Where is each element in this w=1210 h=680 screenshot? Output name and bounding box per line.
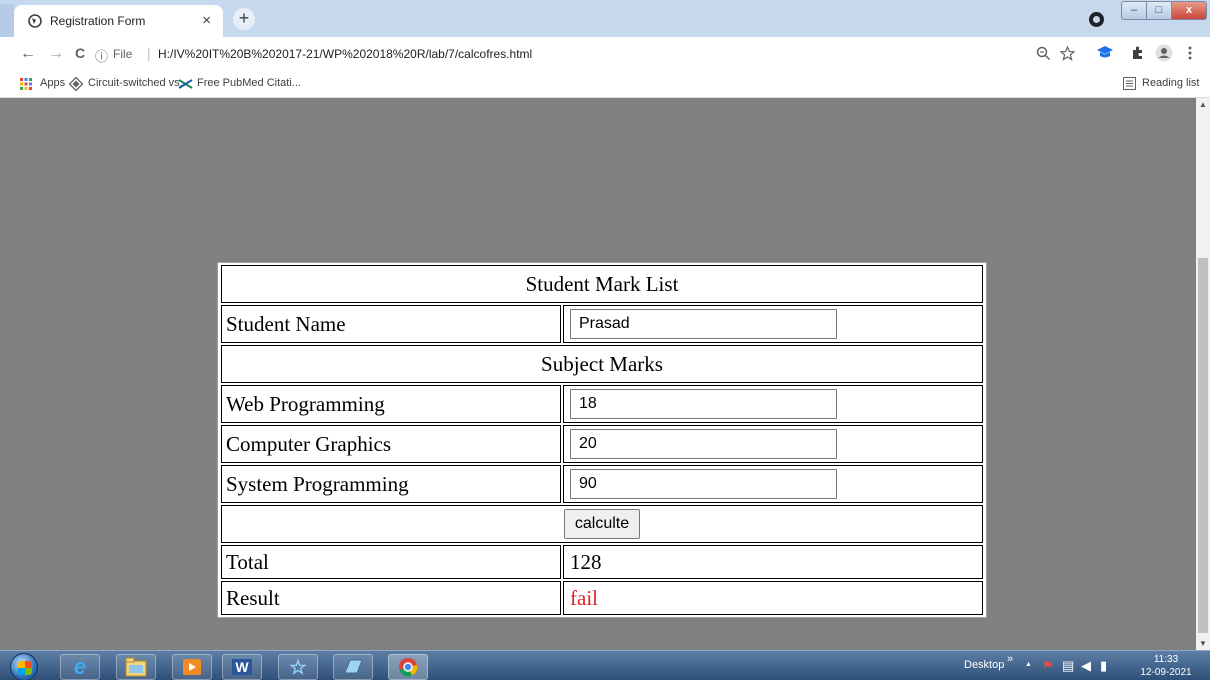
total-label: Total	[221, 545, 561, 579]
zoom-icon[interactable]	[1036, 46, 1051, 61]
star-app-icon: ☆	[289, 656, 307, 679]
scheme-label: File	[113, 47, 133, 61]
chrome-icon	[399, 658, 418, 677]
web-programming-input[interactable]	[570, 389, 837, 419]
clock-time: 11:33	[1153, 654, 1179, 665]
x-green-icon	[178, 79, 193, 89]
result-value: fail	[563, 581, 983, 615]
system-programming-label: System Programming	[221, 465, 561, 503]
scrollbar-thumb[interactable]	[1198, 258, 1208, 633]
scroll-up-icon[interactable]: ▲	[1199, 100, 1207, 109]
table-row: Web Programming	[220, 385, 984, 423]
calculate-cell: calculte	[221, 505, 983, 543]
subject-marks-heading: Subject Marks	[221, 345, 983, 383]
globe-icon	[28, 14, 42, 28]
computer-graphics-input[interactable]	[570, 429, 837, 459]
menu-icon[interactable]	[1188, 46, 1192, 60]
minimize-button[interactable]: –	[1121, 1, 1147, 20]
toolbar-chevron-icon[interactable]: »	[1007, 653, 1013, 665]
system-programming-cell	[563, 465, 983, 503]
system-programming-input[interactable]	[570, 469, 837, 499]
tab-strip: Registration Form × + – □ x	[0, 0, 1210, 37]
student-name-cell	[563, 305, 983, 343]
address-bar[interactable]: ⓘ File | H:/IV%20IT%20B%202017-21/WP%202…	[95, 42, 1095, 67]
puzzle-icon[interactable]	[1130, 45, 1146, 61]
result-label: Result	[221, 581, 561, 615]
bookmark-circuit-switched[interactable]: Circuit-switched vs...	[88, 77, 189, 89]
taskbar-word-button[interactable]: W	[222, 654, 262, 680]
tab-strip-edge	[0, 4, 14, 37]
new-tab-button[interactable]: +	[233, 8, 255, 30]
address-separator: |	[147, 45, 151, 61]
action-center-icon[interactable]: ⚑	[1042, 658, 1054, 674]
computer-graphics-label: Computer Graphics	[221, 425, 561, 463]
vertical-scrollbar[interactable]: ▲ ▼	[1196, 98, 1210, 650]
student-name-label: Student Name	[221, 305, 561, 343]
table-row: Subject Marks	[220, 345, 984, 383]
folder-icon	[125, 657, 147, 677]
chrome-profile-icon[interactable]	[1089, 12, 1104, 27]
table-row: Total 128	[220, 545, 984, 579]
internet-explorer-icon: e	[73, 654, 87, 679]
taskbar-chrome-button[interactable]	[388, 654, 428, 680]
star-icon[interactable]	[1060, 46, 1075, 61]
taskbar-star-app-button[interactable]: ☆	[278, 654, 318, 680]
reading-list-button[interactable]: Reading list	[1142, 77, 1199, 89]
form-title: Student Mark List	[221, 265, 983, 303]
taskbar-explorer-button[interactable]	[116, 654, 156, 680]
taskbar-ie-button[interactable]: e	[60, 654, 100, 680]
extension-cap-icon[interactable]	[1096, 45, 1114, 61]
table-row: System Programming	[220, 465, 984, 503]
diamond-icon	[69, 77, 83, 91]
network-icon[interactable]: ▤	[1062, 658, 1074, 674]
info-icon[interactable]: ⓘ	[95, 46, 108, 65]
tab-close-icon[interactable]: ×	[202, 12, 211, 29]
start-button[interactable]	[10, 653, 38, 680]
taskbar-notes-button[interactable]	[333, 654, 373, 680]
scroll-down-icon[interactable]: ▼	[1199, 639, 1207, 648]
word-icon: W	[232, 659, 252, 675]
table-row: Computer Graphics	[220, 425, 984, 463]
computer-graphics-cell	[563, 425, 983, 463]
bookmark-pubmed[interactable]: Free PubMed Citati...	[197, 77, 301, 89]
calculate-button[interactable]: calculte	[563, 509, 641, 539]
total-value: 128	[563, 545, 983, 579]
system-clock[interactable]: 11:33 12-09-2021	[1136, 653, 1196, 679]
reading-list-icon	[1123, 77, 1136, 90]
maximize-button[interactable]: □	[1146, 1, 1172, 20]
reload-icon[interactable]: C	[75, 45, 85, 61]
browser-toolbar: ← → C ⓘ File | H:/IV%20IT%20B%202017-21/…	[0, 37, 1210, 71]
windows-taskbar: e W ☆ Desktop » ▲ ⚑ ▤ ◀ ▮ 11:33 12-09-20…	[0, 650, 1210, 680]
bookmark-apps[interactable]: Apps	[40, 77, 65, 89]
student-mark-table: Student Mark List Student Name Subject M…	[217, 262, 987, 618]
tab-title: Registration Form	[50, 14, 146, 28]
profile-icon[interactable]	[1155, 44, 1173, 62]
table-row: calculte	[220, 505, 984, 543]
web-programming-label: Web Programming	[221, 385, 561, 423]
browser-tab[interactable]: Registration Form ×	[14, 5, 223, 37]
back-icon[interactable]: ←	[20, 45, 36, 63]
tray-expand-icon[interactable]: ▲	[1025, 661, 1032, 668]
table-row: Student Mark List	[220, 265, 984, 303]
notebook-icon	[344, 659, 363, 674]
apps-grid-icon[interactable]	[20, 78, 32, 90]
bookmarks-bar: Apps Circuit-switched vs... Free PubMed …	[0, 71, 1210, 98]
desktop-toolbar-label[interactable]: Desktop	[964, 659, 1004, 671]
web-programming-cell	[563, 385, 983, 423]
student-name-input[interactable]	[570, 309, 837, 339]
windows-logo-icon	[18, 661, 32, 675]
clock-date: 12-09-2021	[1140, 667, 1192, 678]
power-icon[interactable]: ▮	[1100, 658, 1107, 674]
url-text[interactable]: H:/IV%20IT%20B%202017-21/WP%202018%20R/l…	[158, 47, 532, 61]
table-row: Student Name	[220, 305, 984, 343]
forward-icon[interactable]: →	[48, 45, 64, 63]
table-row: Result fail	[220, 581, 984, 615]
close-window-button[interactable]: x	[1171, 1, 1207, 20]
media-player-icon	[183, 659, 201, 675]
volume-icon[interactable]: ◀	[1081, 658, 1091, 674]
taskbar-media-button[interactable]	[172, 654, 212, 680]
